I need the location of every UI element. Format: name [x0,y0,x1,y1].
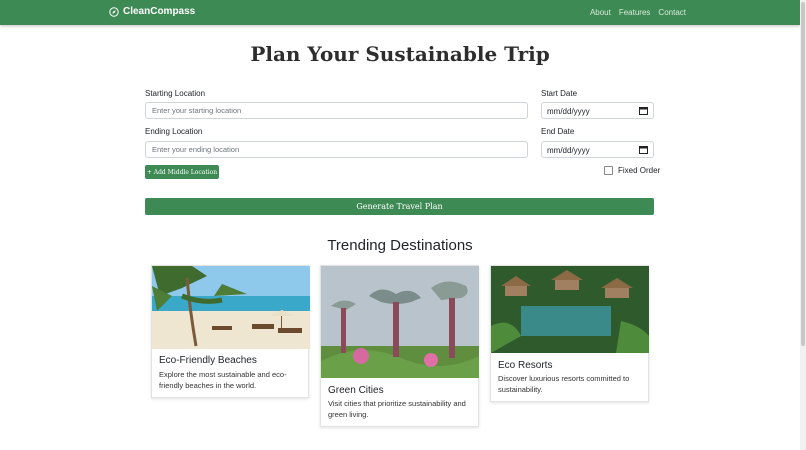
calendar-icon[interactable] [639,145,648,154]
card-title[interactable]: Eco-Friendly Beaches [159,355,257,366]
card-title[interactable]: Eco Resorts [498,360,552,371]
end-date-value: mm/dd/yyyy [547,146,590,155]
start-location-label: Starting Location [145,89,206,98]
page-title: Plan Your Sustainable Trip [250,42,550,66]
end-location-label: Ending Location [145,127,203,136]
brand[interactable]: CleanCompass [109,6,195,17]
generate-travel-plan-button[interactable]: Generate Travel Plan [145,198,654,215]
card-text: Visit cities that prioritize sustainabil… [328,399,466,419]
green-cities-image [321,266,479,378]
destination-card-eco-resorts[interactable]: Eco Resorts Discover luxurious resorts c… [490,265,649,402]
start-date-value: mm/dd/yyyy [547,107,590,116]
fixed-order-checkbox[interactable] [604,166,613,175]
nav-link-features[interactable]: Features [619,8,651,17]
card-text: Discover luxurious resorts committed to … [498,374,630,394]
destination-card-beaches[interactable]: Eco-Friendly Beaches Explore the most su… [151,265,310,398]
add-middle-location-button[interactable]: + Add Middle Location [145,165,219,179]
brand-name: CleanCompass [123,6,196,17]
end-date-label: End Date [541,127,575,136]
start-date-label: Start Date [541,89,578,98]
trending-title: Trending Destinations [327,237,473,254]
navbar: CleanCompass About Features Contact [0,0,800,25]
fixed-order-option[interactable]: Fixed Order [604,166,660,175]
start-date-input[interactable]: mm/dd/yyyy [541,102,654,119]
eco-resorts-image [491,266,649,353]
scrollbar-thumb[interactable] [801,2,805,346]
card-title[interactable]: Green Cities [328,385,384,396]
nav-links: About Features Contact [590,8,686,17]
destination-card-green-cities[interactable]: Green Cities Visit cities that prioritiz… [320,265,479,427]
page-scrollbar[interactable] [800,0,806,450]
beach-image [152,266,310,349]
end-date-input[interactable]: mm/dd/yyyy [541,141,654,158]
card-text: Explore the most sustainable and eco-fri… [159,370,287,390]
compass-icon [109,6,119,17]
fixed-order-label[interactable]: Fixed Order [618,166,660,175]
nav-link-about[interactable]: About [590,8,611,17]
start-location-input[interactable] [145,102,528,119]
nav-link-contact[interactable]: Contact [658,8,686,17]
calendar-icon[interactable] [639,106,648,115]
end-location-input[interactable] [145,141,528,158]
